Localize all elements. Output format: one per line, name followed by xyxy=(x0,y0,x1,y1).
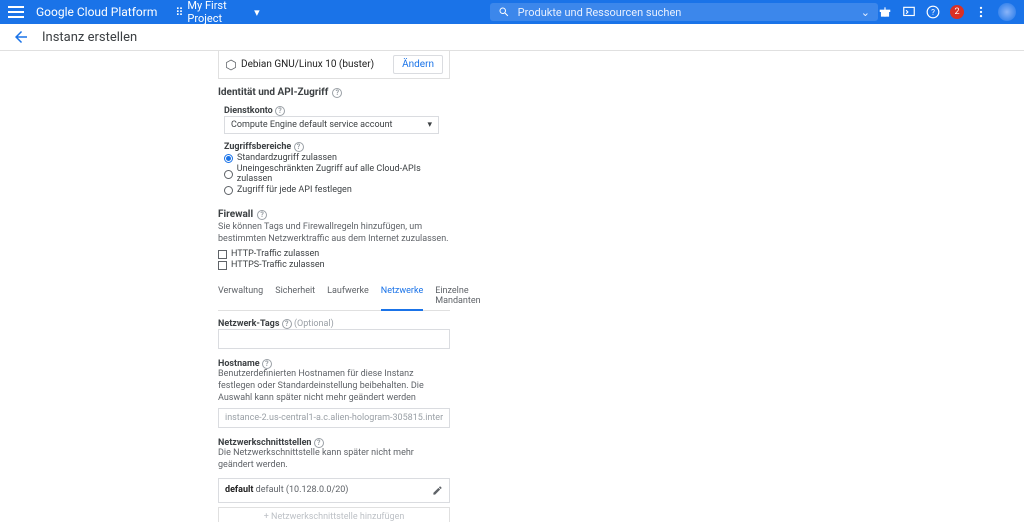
help-icon[interactable]: ? xyxy=(294,142,304,152)
console-icon[interactable] xyxy=(902,5,916,19)
svg-text:?: ? xyxy=(931,7,935,17)
firewall-title: Firewall? xyxy=(218,209,450,220)
back-icon[interactable] xyxy=(12,28,30,46)
radio-icon xyxy=(224,154,233,163)
scope-option-perapi[interactable]: Zugriff für jede API festlegen xyxy=(224,185,450,195)
os-name: Debian GNU/Linux 10 (buster) xyxy=(241,59,374,70)
hostname-label: Hostname ? xyxy=(218,359,450,369)
project-selector[interactable]: ⠿ My First Project ▾ xyxy=(175,0,259,25)
account-avatar[interactable] xyxy=(998,3,1016,21)
brand-label: Google Cloud Platform xyxy=(36,5,157,19)
tabs: Verwaltung Sicherheit Laufwerke Netzwerk… xyxy=(218,282,450,311)
chevron-down-icon: ▾ xyxy=(427,120,432,130)
search-icon xyxy=(498,6,510,18)
content-area: Debian GNU/Linux 10 (buster) Ändern Iden… xyxy=(0,51,1024,522)
os-icon xyxy=(225,59,237,71)
checkbox-icon xyxy=(218,250,227,259)
help-icon[interactable]: ? xyxy=(314,438,324,448)
help-icon[interactable]: ? xyxy=(262,359,272,369)
sub-header: Instanz erstellen xyxy=(0,24,1024,51)
gift-icon[interactable] xyxy=(878,5,892,19)
radio-icon xyxy=(224,186,233,195)
identity-title: Identität und API-Zugriff? xyxy=(218,87,450,98)
add-interface-button: + Netzwerkschnittstelle hinzufügen xyxy=(218,507,450,522)
scopes-label: Zugriffsbereiche ? xyxy=(224,142,450,152)
help-icon[interactable]: ? xyxy=(275,106,285,116)
project-icon: ⠿ xyxy=(175,6,183,19)
menu-icon[interactable] xyxy=(8,3,24,21)
search-input[interactable] xyxy=(518,6,861,19)
checkbox-icon xyxy=(218,261,227,270)
interfaces-desc: Die Netzwerkschnittstelle kann später ni… xyxy=(218,448,450,471)
help-icon[interactable]: ? xyxy=(257,210,267,220)
chevron-down-icon[interactable]: ⌄ xyxy=(861,6,870,19)
page-title: Instanz erstellen xyxy=(42,30,137,45)
boot-disk-row: Debian GNU/Linux 10 (buster) Ändern xyxy=(218,51,450,79)
project-name: My First Project xyxy=(187,0,250,25)
network-interface-row[interactable]: default default (10.128.0.0/20) xyxy=(218,478,450,503)
chevron-down-icon: ▾ xyxy=(254,6,260,19)
help-icon[interactable]: ? xyxy=(926,5,940,19)
help-icon[interactable]: ? xyxy=(282,319,292,329)
hostname-desc: Benutzerdefinierten Hostnamen für diese … xyxy=(218,369,450,404)
search-bar[interactable]: ⌄ xyxy=(490,3,878,21)
scope-option-default[interactable]: Standardzugriff zulassen xyxy=(224,153,450,163)
tab-disks[interactable]: Laufwerke xyxy=(327,282,369,310)
tab-security[interactable]: Sicherheit xyxy=(275,282,315,310)
hostname-input[interactable] xyxy=(218,408,450,428)
tab-sole-tenancy[interactable]: Einzelne Mandanten xyxy=(435,282,480,310)
more-icon[interactable] xyxy=(974,5,988,19)
network-tags-input[interactable] xyxy=(218,329,450,349)
help-icon[interactable]: ? xyxy=(332,88,342,98)
service-account-select[interactable]: Compute Engine default service account▾ xyxy=(224,116,439,134)
notifications-badge[interactable]: 2 xyxy=(950,5,964,19)
scope-option-full[interactable]: Uneingeschränkten Zugriff auf alle Cloud… xyxy=(224,164,450,184)
top-bar: Google Cloud Platform ⠿ My First Project… xyxy=(0,0,1024,24)
https-checkbox[interactable]: HTTPS-Traffic zulassen xyxy=(218,260,450,270)
service-account-label: Dienstkonto ? xyxy=(224,106,450,116)
tab-networking[interactable]: Netzwerke xyxy=(381,282,423,311)
radio-icon xyxy=(224,170,233,179)
firewall-desc: Sie können Tags und Firewallregeln hinzu… xyxy=(218,222,450,245)
network-tags-label: Netzwerk-Tags ? (Optional) xyxy=(218,319,450,329)
change-os-button[interactable]: Ändern xyxy=(393,55,443,74)
interfaces-label: Netzwerkschnittstellen ? xyxy=(218,438,450,448)
edit-icon[interactable] xyxy=(432,485,443,496)
tab-management[interactable]: Verwaltung xyxy=(218,282,263,310)
http-checkbox[interactable]: HTTP-Traffic zulassen xyxy=(218,249,450,259)
